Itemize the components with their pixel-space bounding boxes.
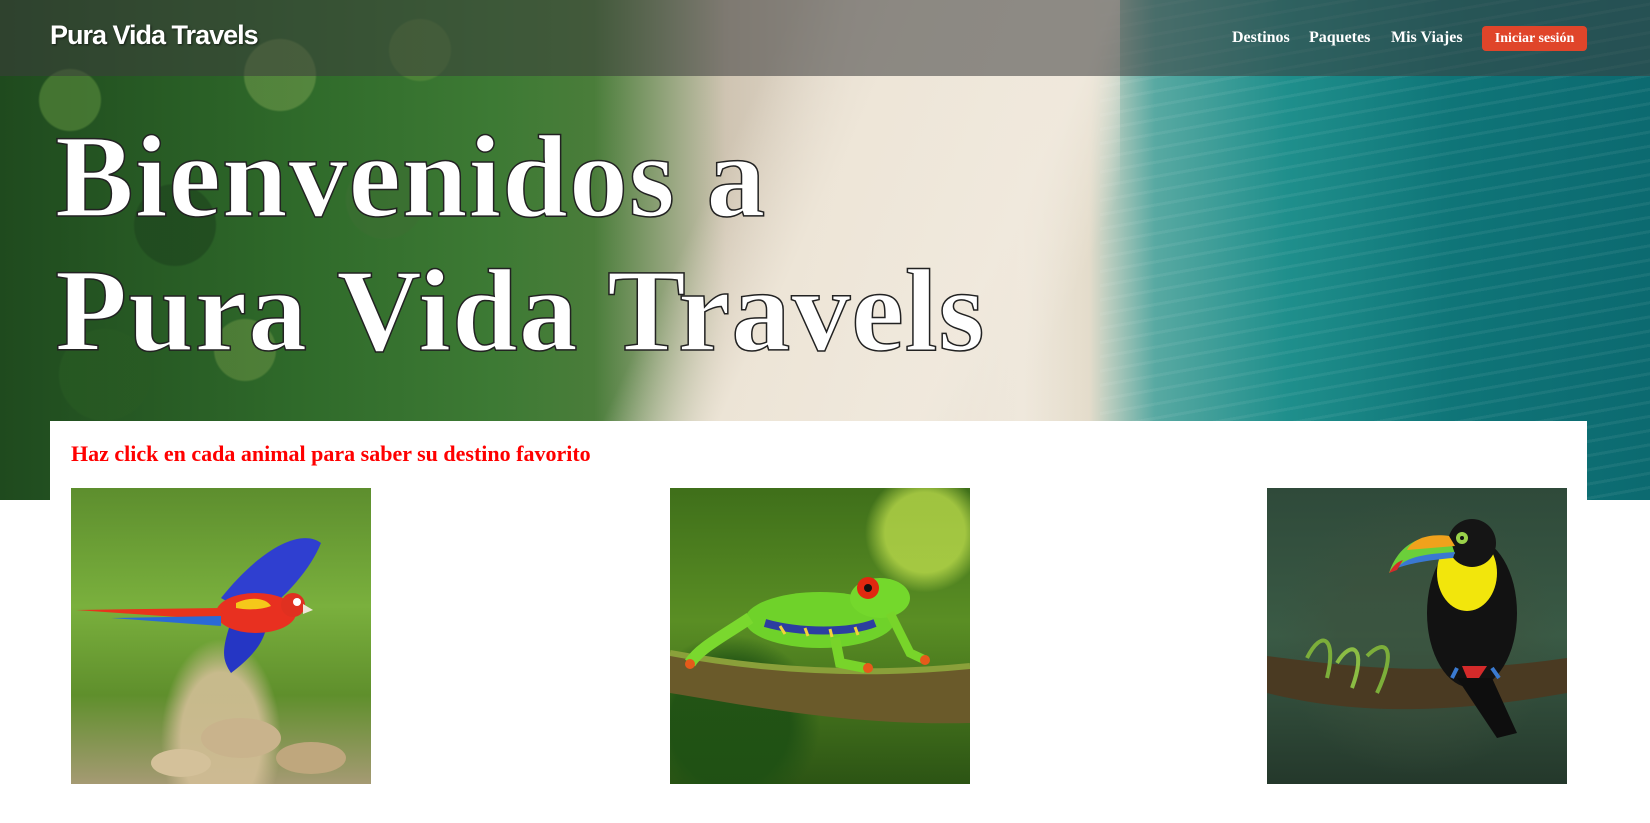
hero-title: Bienvenidos a Pura Vida Travels xyxy=(54,110,986,378)
macaw-illustration xyxy=(76,538,346,777)
card-heading: Haz click en cada animal para saber su d… xyxy=(71,441,591,466)
brand-logo[interactable]: Pura Vida Travels xyxy=(50,20,259,51)
nav-link-mis-viajes[interactable]: Mis Viajes xyxy=(1391,29,1463,47)
navbar: Pura Vida Travels Destinos Paquetes Mis … xyxy=(0,0,1650,76)
toucan-image[interactable] xyxy=(1267,488,1567,784)
login-button[interactable]: Iniciar sesión xyxy=(1482,26,1587,51)
frog-illustration xyxy=(670,577,970,724)
macaw-image[interactable] xyxy=(71,488,371,784)
animals-card: Haz click en cada animal para saber su d… xyxy=(50,421,1587,823)
hero-title-line2: Pura Vida Travels xyxy=(54,244,986,377)
toucan-illustration xyxy=(1267,519,1567,738)
hero-title-line1: Bienvenidos a xyxy=(54,110,767,243)
nav-link-destinos[interactable]: Destinos xyxy=(1232,29,1290,47)
nav-link-paquetes[interactable]: Paquetes xyxy=(1309,29,1370,47)
frog-image[interactable] xyxy=(670,488,970,784)
